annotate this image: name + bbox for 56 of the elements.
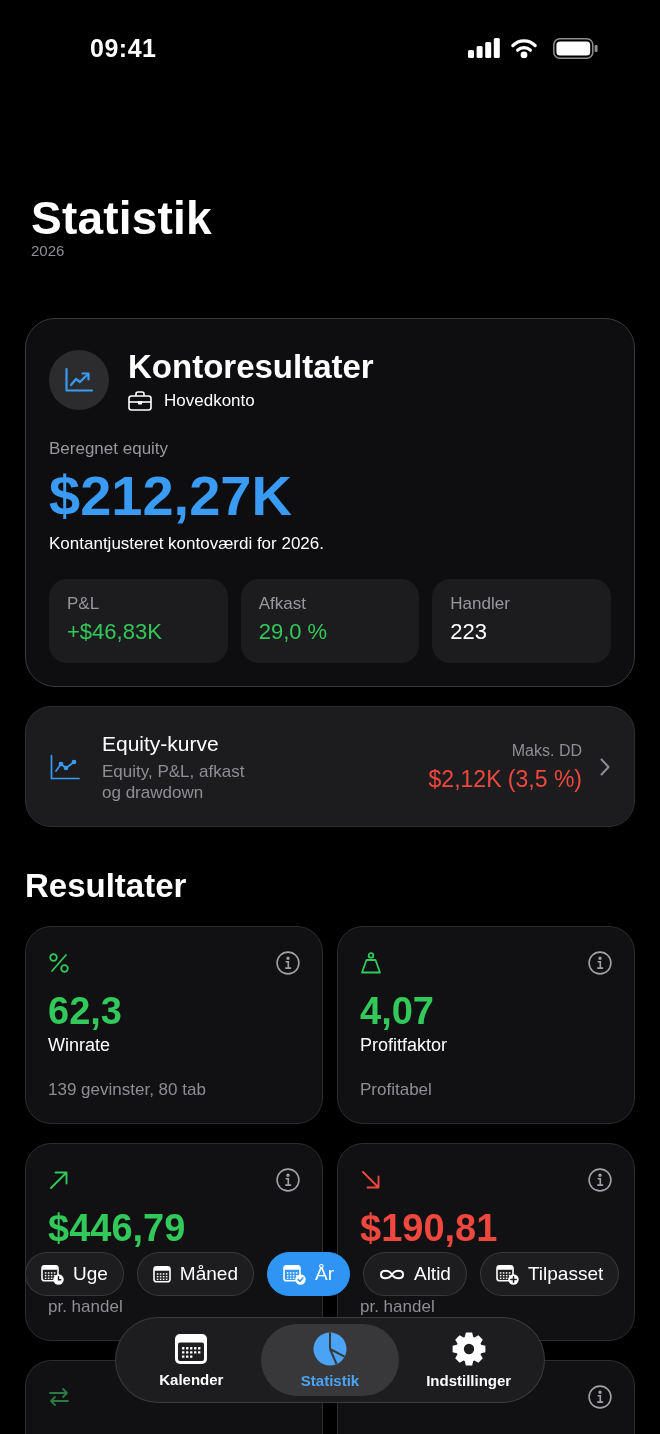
calendar-check-icon xyxy=(282,1263,306,1285)
gear-icon xyxy=(451,1331,486,1366)
info-icon[interactable] xyxy=(276,1168,300,1192)
period-chip[interactable]: Altid xyxy=(362,1252,467,1296)
calendar-clock-icon xyxy=(41,1263,64,1285)
metric-value: $190,81 xyxy=(360,1206,499,1250)
page-title: Statistik xyxy=(31,194,213,242)
stat-label: Handler xyxy=(450,593,511,615)
section-heading: Resultater xyxy=(25,866,188,906)
info-icon[interactable] xyxy=(276,951,300,975)
equity-curve-card[interactable]: Equity-kurve Equity, P&L, afkast og drawdown Maks. DD $2,12K (3,5 %) xyxy=(25,706,635,827)
account-title: Kontoresultater xyxy=(128,348,374,386)
calendar-plus-icon xyxy=(495,1263,519,1285)
period-chip[interactable]: Uge xyxy=(25,1252,124,1296)
tab[interactable]: Kalender xyxy=(122,1324,261,1396)
stat-value: +$46,83K xyxy=(67,619,163,645)
equity-note: Kontantjusteret kontoværdi for 2026. xyxy=(49,533,325,555)
equity-label: Beregnet equity xyxy=(49,438,170,460)
year-label: 2026 xyxy=(31,242,66,260)
period-chip[interactable]: Tilpasset xyxy=(479,1252,620,1296)
info-icon[interactable] xyxy=(588,1385,612,1409)
stat-label: Afkast xyxy=(258,593,307,615)
info-icon[interactable] xyxy=(588,1168,612,1192)
metric-label: Profitfaktor xyxy=(360,1034,449,1057)
stat-value: 223 xyxy=(450,619,489,645)
period-chip[interactable]: Måned xyxy=(136,1252,254,1296)
equity-value: $212,27K xyxy=(49,466,293,526)
wifi-icon xyxy=(510,38,538,58)
metric-value: $446,79 xyxy=(48,1206,187,1250)
metric-note: pr. handel xyxy=(360,1298,436,1316)
chevron-right-icon xyxy=(600,757,610,776)
metric-value: 62,3 xyxy=(48,989,123,1033)
pie-chart-icon xyxy=(313,1331,347,1366)
briefcase-icon xyxy=(128,391,152,411)
metric-label: Winrate xyxy=(48,1034,111,1057)
infinity-icon xyxy=(378,1267,405,1281)
metric-note: pr. handel xyxy=(48,1298,124,1316)
calendar-icon xyxy=(152,1265,171,1283)
card-subtitle: Equity, P&L, afkast og drawdown xyxy=(102,760,246,803)
tab[interactable]: Statistik xyxy=(260,1324,400,1396)
status-time: 09:41 xyxy=(90,33,157,63)
max-drawdown-value: $2,12K (3,5 %) xyxy=(428,764,582,793)
signal-icon xyxy=(468,38,500,58)
info-icon[interactable] xyxy=(588,951,612,975)
stat-label: P&L xyxy=(67,593,101,615)
battery-icon xyxy=(553,37,598,59)
max-drawdown-label: Maks. DD xyxy=(510,740,582,761)
metric-value: 4,07 xyxy=(360,989,435,1033)
line-chart-icon xyxy=(50,753,80,780)
calendar-icon xyxy=(174,1332,209,1365)
metric-note: 139 gevinster, 80 tab xyxy=(48,1081,207,1099)
account-name: Hovedkonto xyxy=(164,390,255,412)
card-title: Equity-kurve xyxy=(102,730,220,757)
metric-note: Profitabel xyxy=(360,1081,433,1099)
stat-value: 29,0 % xyxy=(258,619,329,645)
tab[interactable]: Indstillinger xyxy=(399,1324,538,1396)
